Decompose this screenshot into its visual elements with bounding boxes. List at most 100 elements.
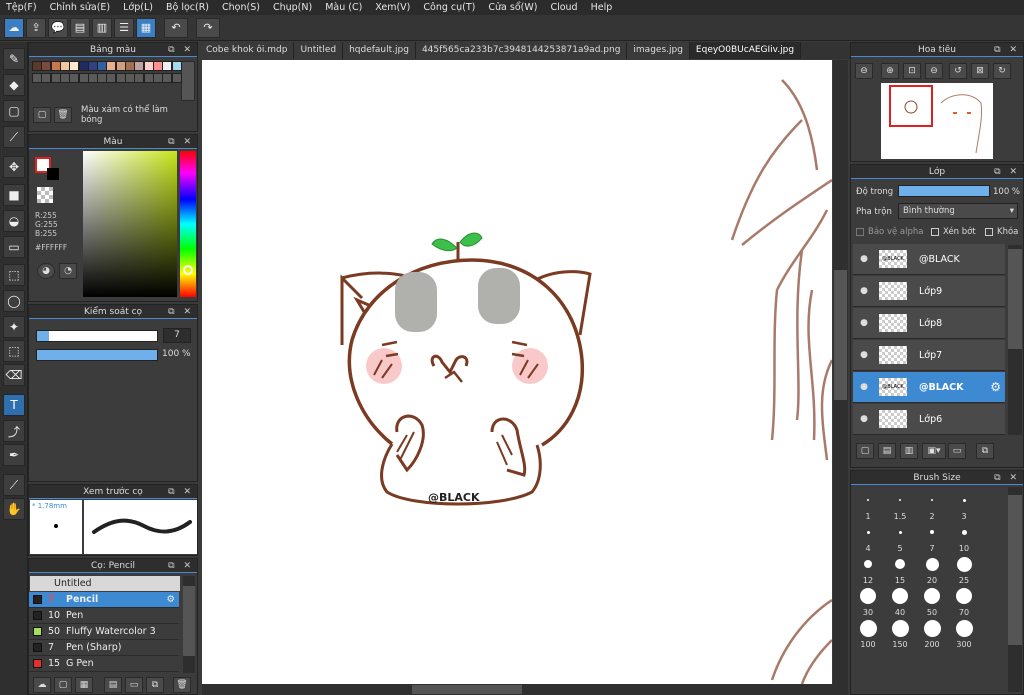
gear-icon[interactable]: ⚙ [990, 380, 1001, 394]
brush-size-dot[interactable] [931, 499, 933, 501]
menu-file[interactable]: Tệp(F) [0, 2, 44, 13]
layer-copy-icon[interactable]: ▥ [900, 443, 918, 459]
brush-size-dot[interactable] [956, 556, 972, 572]
brush-item[interactable]: 50 Fluffy Watercolor 3 [29, 624, 179, 640]
new-layer-icon[interactable]: ▢ [856, 443, 874, 459]
brush-tool-icon[interactable]: ✎ [3, 48, 25, 70]
layer-item[interactable]: ● @BLACK @BLACK ⚙ [853, 372, 1005, 403]
brush-size-scrollbar[interactable] [1008, 487, 1022, 692]
panel-window-icons[interactable]: ⧉ ✕ [994, 43, 1020, 57]
tab-doc-2[interactable]: Untitled [294, 42, 344, 59]
drawing-canvas[interactable]: @BLACK [202, 60, 832, 684]
brush-size-dot[interactable] [930, 530, 934, 534]
color-wheel-icon[interactable]: ◕ [37, 263, 55, 279]
brush-size-slider[interactable] [36, 330, 158, 342]
palette-scrollbar[interactable] [181, 61, 195, 101]
menu-window[interactable]: Cửa sổ(W) [482, 2, 544, 13]
brush-item[interactable]: 10 Pen [29, 608, 179, 624]
brush-size-dot[interactable] [923, 619, 941, 637]
tab-doc-1[interactable]: Cobe khok ôi.mdp [200, 42, 295, 59]
brush-item[interactable]: 7 Pen (Sharp) [29, 640, 179, 656]
lasso-tool-icon[interactable]: ◯ [3, 290, 25, 312]
brush-size-dot[interactable] [924, 588, 940, 604]
tab-doc-4[interactable]: 445f565ca233b7c3948144253871a9ad.png [415, 42, 628, 59]
menu-tools[interactable]: Công cụ(T) [417, 2, 482, 13]
layer-item[interactable]: ● Lớp6 [853, 404, 1005, 435]
canvas-vertical-scrollbar[interactable] [833, 60, 848, 684]
operation-tool-icon[interactable]: ⤴ [3, 420, 25, 442]
zoom-out-icon[interactable]: ⊖ [855, 63, 873, 79]
export-icon[interactable]: ⇪ [26, 17, 46, 38]
bucket-tool-icon[interactable]: ◒ [3, 210, 25, 232]
layer-list-scrollbar[interactable] [1008, 245, 1022, 435]
brush-opacity-slider[interactable] [36, 349, 158, 361]
brush-item[interactable]: 7 Pencil ⚙ [29, 592, 179, 608]
panel-window-icons[interactable]: ⧉ ✕ [168, 305, 194, 319]
brush-delete-icon[interactable]: 🗑 [173, 677, 191, 693]
zoom-in-icon[interactable]: ⊕ [881, 63, 899, 79]
tab-doc-3[interactable]: hqdefault.jpg [343, 42, 416, 59]
hue-slider[interactable] [180, 151, 196, 297]
canvas-horizontal-scrollbar[interactable] [202, 684, 848, 695]
magic-wand-tool-icon[interactable]: ✦ [3, 316, 25, 338]
divide-tool-icon[interactable]: ⟋ [3, 474, 25, 496]
visibility-eye-icon[interactable]: ● [853, 318, 875, 328]
rectangle-tool-icon[interactable]: ▢ [3, 100, 25, 122]
brush-new-icon[interactable]: ▢ [54, 677, 72, 693]
brush-size-dot[interactable] [956, 588, 972, 604]
select-rect-tool-icon[interactable]: ⬚ [3, 264, 25, 286]
rotate-right-icon[interactable]: ↻ [993, 63, 1011, 79]
eyedropper-tool-icon[interactable]: ✒ [3, 444, 25, 466]
undo-icon[interactable]: ↶ [164, 17, 188, 38]
visibility-eye-icon[interactable]: ● [853, 382, 875, 392]
brush-size-dot[interactable] [961, 529, 967, 535]
delete-palette-icon[interactable]: 🗑 [54, 107, 72, 123]
layer-blend-select[interactable]: Bình thường ▾ [898, 203, 1018, 219]
panel-window-icons[interactable]: ⧉ ✕ [994, 165, 1020, 179]
list-icon[interactable]: ☰ [114, 17, 134, 38]
brush-folder-icon[interactable]: ▭ [125, 677, 143, 693]
visibility-eye-icon[interactable]: ● [853, 350, 875, 360]
gradient-tool-icon[interactable]: ▭ [3, 236, 25, 258]
brush-size-dot[interactable] [859, 619, 877, 637]
layer-item[interactable]: ● Lớp8 [853, 308, 1005, 339]
rotate-reset-icon[interactable]: ⊠ [971, 63, 989, 79]
line-tool-icon[interactable]: ⟋ [3, 126, 25, 148]
hand-tool-icon[interactable]: ✋ [3, 498, 25, 520]
brush-size-dot[interactable] [864, 560, 872, 568]
fill-rect-tool-icon[interactable]: ■ [3, 184, 25, 206]
brush-size-dot[interactable] [891, 619, 909, 637]
panel-window-icons[interactable]: ⧉ ✕ [168, 485, 194, 499]
palette-swatch[interactable] [171, 61, 182, 71]
brush-size-dot[interactable] [895, 559, 905, 569]
transparent-color-swatch[interactable] [37, 187, 53, 203]
background-color-swatch[interactable] [47, 168, 59, 180]
menu-help[interactable]: Help [585, 2, 620, 13]
menu-filter[interactable]: Bộ lọc(R) [160, 2, 216, 13]
brush-size-dot[interactable] [925, 557, 939, 571]
brush-size-dot[interactable] [955, 619, 973, 637]
brush-size-dot[interactable] [962, 498, 966, 502]
brush-size-dot[interactable] [899, 499, 901, 501]
brush-size-dot[interactable] [892, 588, 908, 604]
text-tool-icon[interactable]: T [3, 394, 25, 416]
brush-group-header[interactable]: Untitled [30, 576, 180, 591]
saturation-value-picker[interactable] [83, 151, 177, 297]
redo-icon[interactable]: ↷ [196, 17, 220, 38]
menu-view[interactable]: Xem(V) [369, 2, 417, 13]
new-palette-icon[interactable]: ▢ [33, 107, 51, 123]
new-layer-set-icon[interactable]: ▤ [878, 443, 896, 459]
panel-window-icons[interactable]: ⧉ ✕ [168, 559, 194, 573]
layer-opacity-slider[interactable] [898, 185, 990, 197]
layer-item[interactable]: ● Lớp9 [853, 276, 1005, 307]
fit-icon[interactable]: ⊡ [903, 63, 921, 79]
layer-folder-icon[interactable]: ▭ [948, 443, 966, 459]
brush-list-scrollbar[interactable] [183, 576, 195, 673]
brush-size-dot[interactable] [867, 499, 869, 501]
lock-checkbox[interactable]: Khóa [985, 227, 1018, 237]
menu-color[interactable]: Màu (C) [319, 2, 369, 13]
layer-add-menu-icon[interactable]: ▣▾ [922, 443, 946, 459]
gear-icon[interactable]: ⚙ [166, 594, 175, 605]
layer-item[interactable]: ● @BLACK @BLACK [853, 244, 1005, 275]
brush-size-dot[interactable] [860, 588, 876, 604]
